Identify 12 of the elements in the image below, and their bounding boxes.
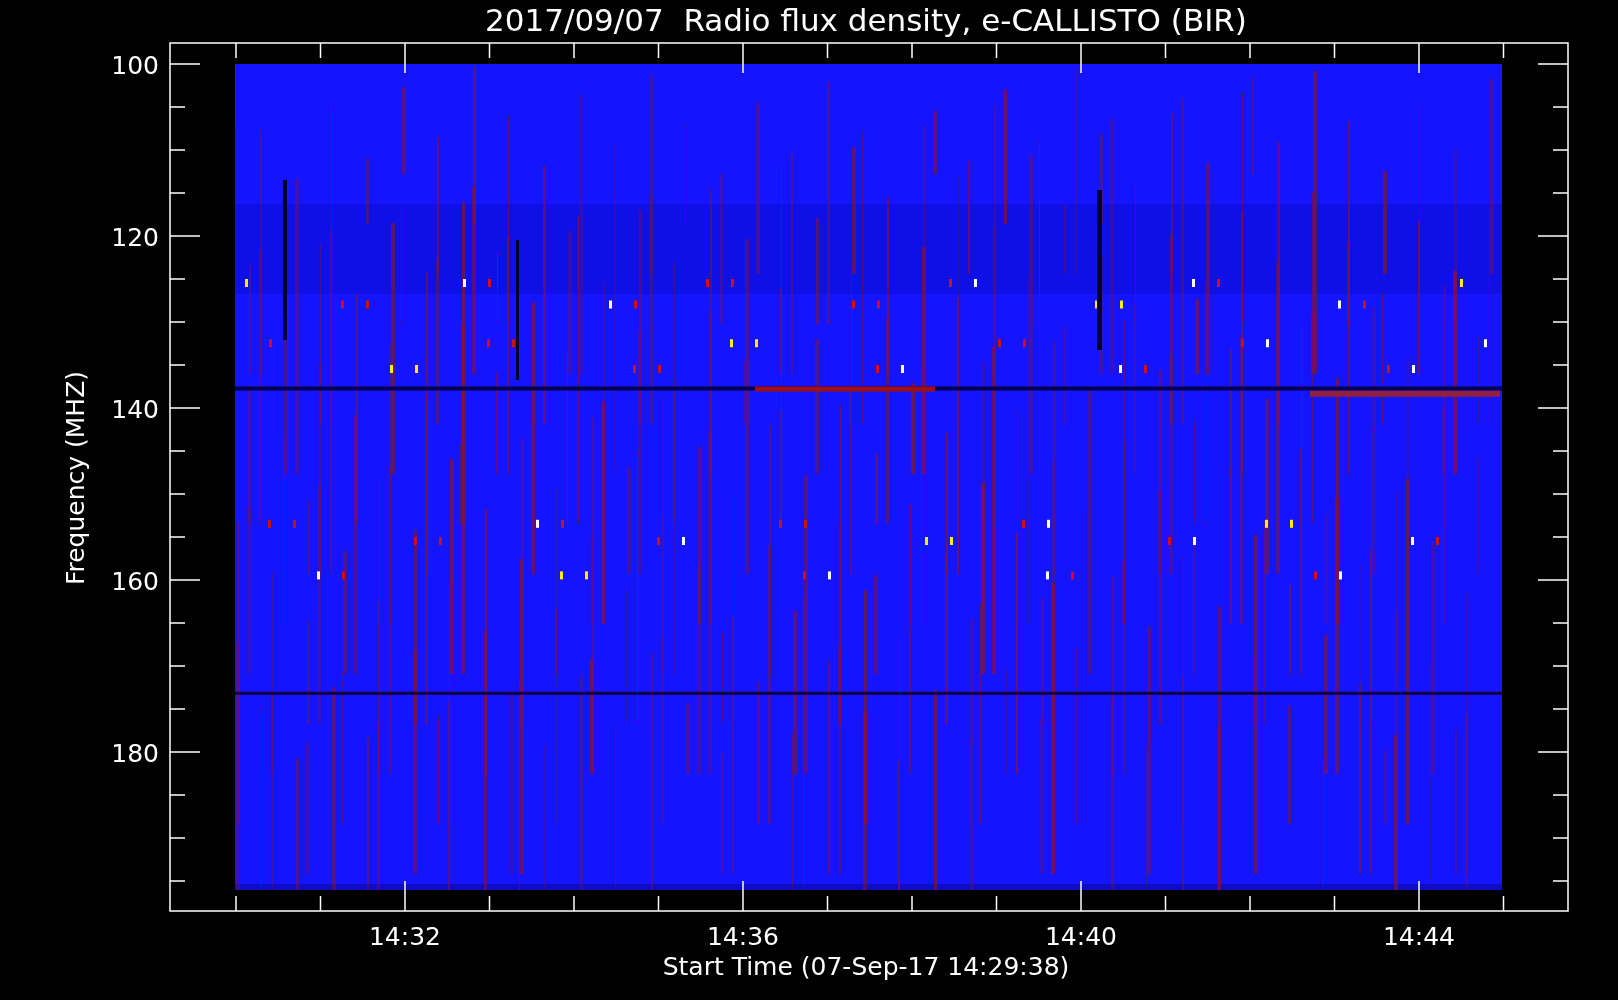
tick-label: 180 (111, 739, 159, 768)
tick-label: 120 (111, 223, 159, 252)
axis-title: Frequency (MHZ) (61, 370, 90, 586)
chart-title: 2017/09/07 Radio flux density, e-CALLISTO (BIR) (485, 2, 1247, 38)
tick-label: 14:36 (707, 922, 779, 951)
tick-label: 140 (111, 395, 159, 424)
tick-label: 100 (111, 51, 159, 80)
axis-title: Start Time (07-Sep-17 14:29:38) (662, 952, 1070, 981)
tick-label: 14:40 (1045, 922, 1117, 951)
tick-label: 14:32 (369, 922, 441, 951)
tick-label: 14:44 (1383, 922, 1455, 951)
tick-label: 160 (111, 567, 159, 596)
